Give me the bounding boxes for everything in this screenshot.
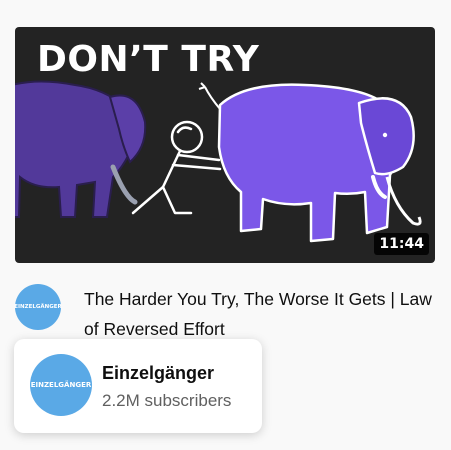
video-thumbnail[interactable]: DON’T TRY 11:44	[15, 27, 435, 263]
channel-name[interactable]: Einzelgänger	[102, 363, 214, 384]
channel-avatar[interactable]: EINZELGÄNGER	[14, 284, 62, 330]
avatar-logo-text: EINZELGÄNGER	[30, 381, 92, 389]
video-title[interactable]: The Harder You Try, The Worse It Gets | …	[84, 284, 439, 344]
stick-figure	[131, 120, 222, 215]
subscriber-count: 2.2M subscribers	[102, 391, 232, 410]
channel-card-avatar[interactable]: EINZELGÄNGER	[30, 354, 92, 416]
main-elephant	[198, 82, 422, 243]
background-elephant	[15, 80, 147, 218]
channel-hover-card: EINZELGÄNGER Einzelgänger 2.2M subscribe…	[14, 339, 262, 433]
thumbnail-headline: DON’T TRY	[37, 39, 260, 80]
duration-badge: 11:44	[374, 233, 429, 255]
avatar-logo-text: EINZELGÄNGER	[14, 304, 62, 310]
